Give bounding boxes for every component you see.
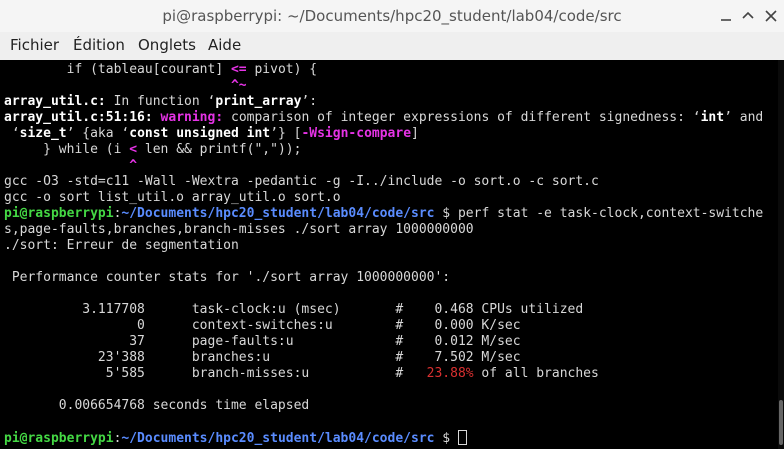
terminal-output[interactable]: if (tableau[courant] <= pivot) { ^~ arra… <box>0 60 784 449</box>
terminal-line: Performance counter stats for './sort ar… <box>4 270 451 285</box>
message-text: ’} [ <box>270 126 302 141</box>
terminal-line: ./sort: Erreur de segmentation <box>4 238 239 253</box>
stat-line: 37 page-faults:u # 0.012 M/sec <box>4 334 521 349</box>
stat-text: 5'585 branch-misses:u # <box>4 366 427 381</box>
caret-marker: ^ <box>129 158 138 173</box>
code-text: len && printf(",")); <box>137 142 302 157</box>
type-name: const unsigned int <box>129 126 271 141</box>
terminal-line: array_util.c: In function ‘print_array’: <box>4 94 317 110</box>
terminal-line: ^~ <box>4 78 247 94</box>
message-text: ] <box>411 126 419 141</box>
prompt-dollar: $ <box>434 206 451 221</box>
terminal-line: gcc -O3 -std=c11 -Wall -Wextra -pedantic… <box>4 174 599 189</box>
message-text: ’: <box>301 94 318 109</box>
file-location: array_util.c: <box>4 94 106 109</box>
terminal-line: } while (i < len && printf(",")); <box>4 142 301 158</box>
terminal-line: pi@raspberrypi:~/Documents/hpc20_student… <box>4 206 763 222</box>
terminal-line: ^ <box>4 158 137 174</box>
scrollbar-thumb[interactable] <box>779 400 783 445</box>
message-text: ’ {aka ‘ <box>66 126 130 141</box>
function-name: print_array <box>215 94 302 109</box>
close-icon[interactable] <box>763 8 779 24</box>
stat-text: of all branches <box>473 366 599 381</box>
menu-edit[interactable]: Édition <box>73 36 125 54</box>
prompt-dollar: $ <box>434 431 458 446</box>
stat-line: 23'388 branches:u # 7.502 M/sec <box>4 350 521 365</box>
stat-line: 5'585 branch-misses:u # 23.88% of all br… <box>4 366 599 382</box>
message-text: comparison of integer expressions of dif… <box>231 110 701 125</box>
code-text: } while (i <box>4 142 130 157</box>
terminal-line: pi@raspberrypi:~/Documents/hpc20_student… <box>4 430 467 446</box>
terminal-line: gcc -o sort list_util.o array_util.o sor… <box>4 190 341 205</box>
prompt-user: pi@raspberrypi <box>4 206 114 221</box>
command-text: perf stat -e task-clock,context-switche <box>450 206 764 221</box>
file-location: array_util.c:51:16: <box>4 110 161 125</box>
warning-label: warning: <box>160 110 231 125</box>
type-name: size_t <box>19 126 67 141</box>
menu-file[interactable]: Fichier <box>10 36 59 54</box>
stat-line: 0 context-switches:u # 0.000 K/sec <box>4 318 521 333</box>
highlight-operator: < <box>129 142 138 157</box>
caret-padding <box>4 78 231 93</box>
stat-percentage: 23.88% <box>426 366 474 381</box>
title-bar[interactable]: pi@raspberrypi: ~/Documents/hpc20_studen… <box>0 0 784 32</box>
minimize-icon[interactable] <box>718 8 734 24</box>
terminal-line: array_util.c:51:16: warning: comparison … <box>4 110 763 126</box>
highlight-operator: <= <box>230 62 247 77</box>
terminal-line: ‘size_t’ {aka ‘const unsigned int’} [-Ws… <box>4 126 419 142</box>
type-name: int <box>700 110 725 125</box>
caret-marker: ^~ <box>230 78 247 93</box>
message-text: ‘ <box>4 126 20 141</box>
menu-tabs[interactable]: Onglets <box>138 36 196 54</box>
terminal-line: s,page-faults,branches,branch-misses ./s… <box>4 222 474 237</box>
message-text: ’ and <box>724 110 764 125</box>
scrollbar[interactable] <box>778 60 784 449</box>
menu-help[interactable]: Aide <box>208 36 241 54</box>
maximize-icon[interactable] <box>740 8 756 24</box>
warning-flag: -Wsign-compare <box>301 126 412 141</box>
terminal-window: pi@raspberrypi: ~/Documents/hpc20_studen… <box>0 0 784 449</box>
window-title: pi@raspberrypi: ~/Documents/hpc20_studen… <box>162 7 622 25</box>
terminal-line: if (tableau[courant] <= pivot) { <box>4 62 317 78</box>
prompt-user: pi@raspberrypi <box>4 431 114 446</box>
stat-line: 3.117708 task-clock:u (msec) # 0.468 CPU… <box>4 302 584 317</box>
code-text: if (tableau[courant] <box>4 62 231 77</box>
text-cursor[interactable] <box>457 430 467 445</box>
code-text: pivot) { <box>246 62 318 77</box>
message-text: In function ‘ <box>105 94 216 109</box>
terminal-line: 0.006654768 seconds time elapsed <box>4 398 310 413</box>
menu-bar: Fichier Édition Onglets Aide <box>0 32 784 60</box>
prompt-path: ~/Documents/hpc20_student/lab04/code/src <box>121 206 435 221</box>
prompt-path: ~/Documents/hpc20_student/lab04/code/src <box>121 431 435 446</box>
caret-padding <box>4 158 129 173</box>
